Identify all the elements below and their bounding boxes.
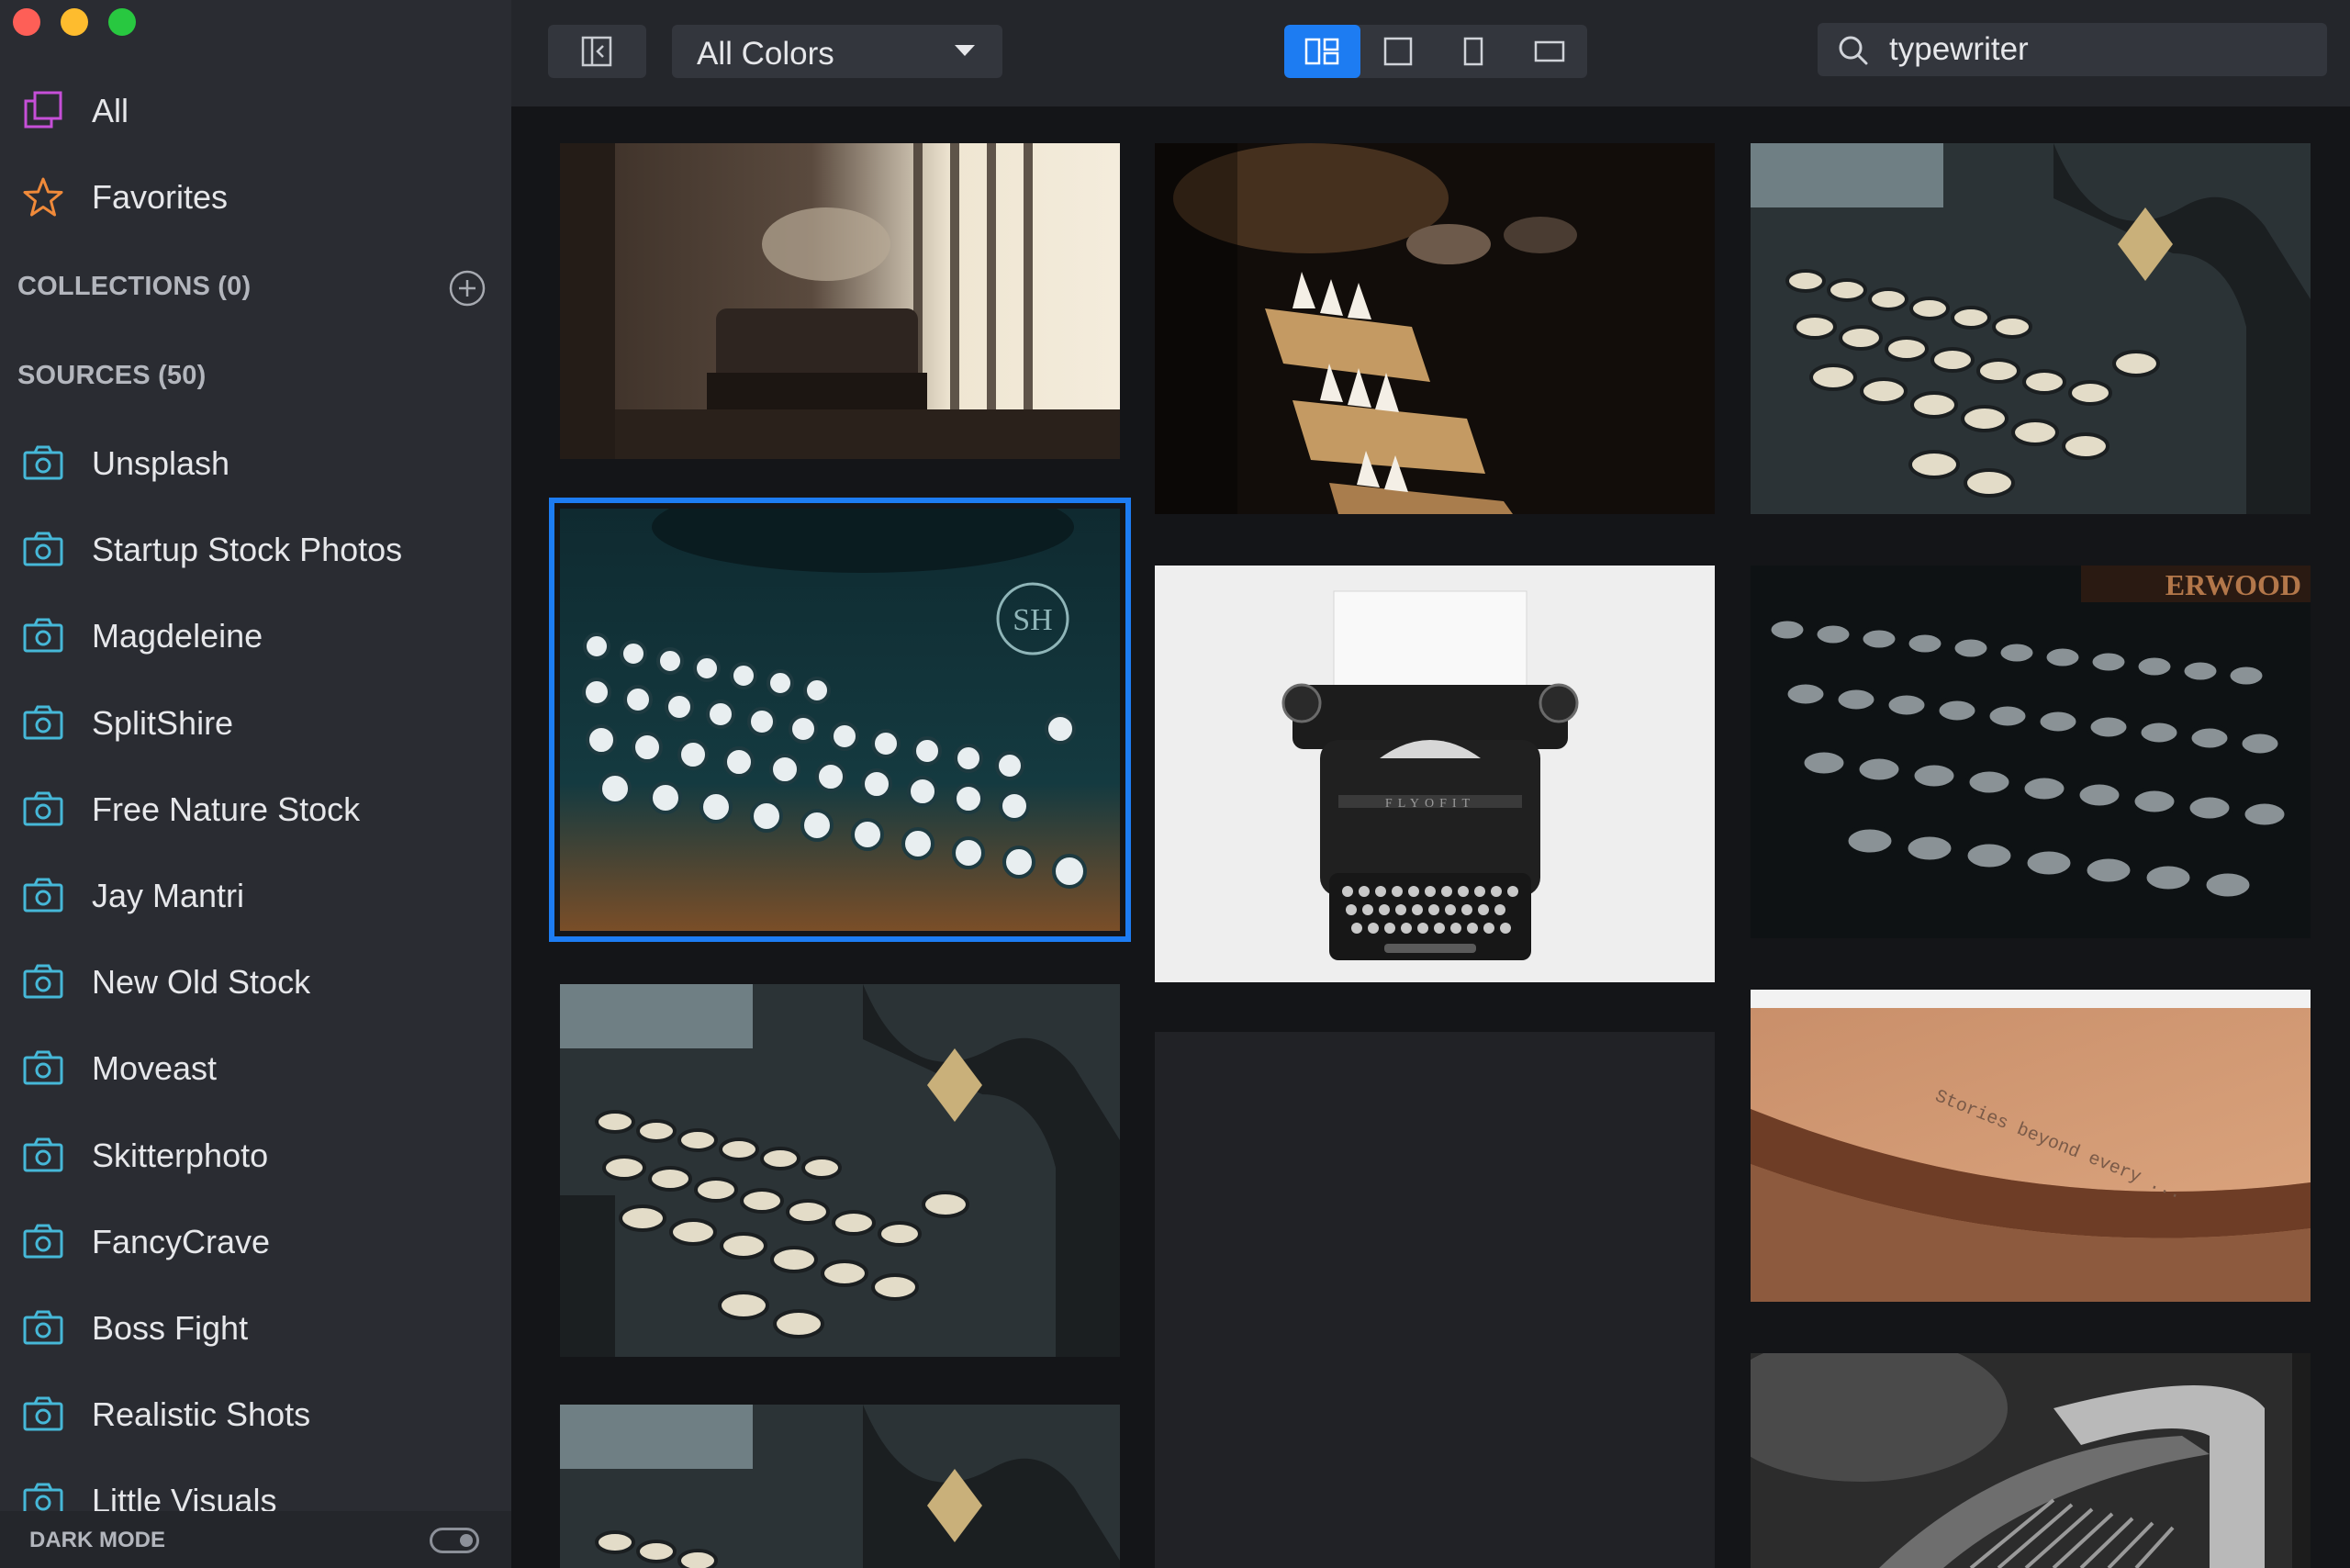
photo-typewriter-monochrome — [1751, 1353, 2311, 1568]
photo-typebars — [1155, 143, 1715, 514]
photo-tile[interactable] — [560, 984, 1120, 1357]
camera-icon — [23, 618, 63, 653]
search-icon — [1839, 36, 1868, 65]
photo-typed-paper: Stories beyond every ... — [1751, 990, 2311, 1302]
camera-icon — [23, 1050, 63, 1085]
close-window-button[interactable] — [13, 8, 40, 36]
sidebar-item-source[interactable]: Unsplash — [0, 431, 511, 496]
camera-icon — [23, 705, 63, 740]
photo-tile[interactable]: ERWOOD — [1751, 566, 2311, 938]
svg-text:SH: SH — [1013, 603, 1052, 637]
svg-text:ERWOOD: ERWOOD — [2165, 568, 2301, 601]
window-controls — [13, 8, 136, 36]
camera-icon — [23, 964, 63, 999]
sidebar-item-label: Magdeleine — [92, 617, 263, 655]
landscape-view-icon — [1534, 40, 1564, 62]
photo-tile[interactable] — [560, 1405, 1120, 1568]
camera-icon — [23, 1224, 63, 1259]
photo-tile[interactable]: FLYOFIT — [1155, 566, 1715, 982]
view-square-button[interactable] — [1360, 25, 1437, 78]
sidebar-item-label: Unsplash — [92, 444, 230, 482]
photo-underwood-keys: ERWOOD — [1751, 566, 2311, 938]
sources-header: SOURCES (50) — [17, 361, 207, 390]
svg-text:FLYOFIT: FLYOFIT — [1385, 797, 1475, 811]
view-grid-button[interactable] — [1284, 25, 1360, 78]
photo-typewriter-window — [560, 143, 1120, 459]
sidebar-item-source[interactable]: Skitterphoto — [0, 1124, 511, 1188]
sidebar-item-favorites[interactable]: Favorites — [0, 165, 511, 230]
photo-vintage-typewriter — [1751, 143, 2311, 514]
photo-grid: SH FLYOFIT ERWOOD Stories beyond every .… — [511, 106, 2350, 1568]
sidebar-item-source[interactable]: Boss Fight — [0, 1296, 511, 1361]
sidebar-item-label: Boss Fight — [92, 1309, 249, 1347]
toolbar: All Colors — [511, 0, 2350, 106]
portrait-view-icon — [1464, 37, 1483, 66]
sidebar-item-source[interactable]: Startup Stock Photos — [0, 518, 511, 582]
toggle-sidebar-button[interactable] — [548, 25, 646, 78]
add-collection-icon[interactable] — [448, 269, 487, 308]
photo-tile[interactable] — [1751, 143, 2311, 514]
photo-vintage-typewriter — [560, 984, 1120, 1357]
sidebar-item-label: All — [92, 92, 129, 129]
camera-icon — [23, 532, 63, 566]
toggle-knob — [460, 1534, 473, 1547]
sidebar-item-source[interactable]: Jay Mantri — [0, 864, 511, 928]
camera-icon — [23, 1310, 63, 1345]
sidebar-item-source[interactable]: Free Nature Stock — [0, 778, 511, 842]
color-filter-value: All Colors — [697, 36, 834, 72]
sidebar-item-label: Skitterphoto — [92, 1136, 269, 1174]
square-view-icon — [1383, 37, 1412, 66]
sidebar-item-source[interactable]: Moveast — [0, 1036, 511, 1101]
collections-header: COLLECTIONS (0) — [17, 272, 252, 301]
photo-tile[interactable] — [1155, 143, 1715, 514]
sidebar: All Favorites COLLECTIONS (0) SOURCES (5… — [0, 0, 511, 1568]
grid-view-icon — [1305, 38, 1339, 65]
photo-tile[interactable] — [560, 143, 1120, 459]
camera-icon — [23, 878, 63, 913]
view-portrait-button[interactable] — [1436, 25, 1512, 78]
photo-typewriter-top: FLYOFIT — [1155, 566, 1715, 982]
sidebar-collapse-icon — [581, 36, 612, 67]
color-filter-dropdown[interactable]: All Colors — [672, 25, 1002, 78]
camera-icon — [23, 791, 63, 826]
sidebar-item-all[interactable]: All — [0, 79, 511, 143]
sidebar-item-label: Free Nature Stock — [92, 790, 361, 828]
photo-tile-selected[interactable]: SH — [549, 498, 1131, 942]
sidebar-item-label: Jay Mantri — [92, 877, 245, 914]
minimize-window-button[interactable] — [61, 8, 88, 36]
star-icon — [23, 177, 63, 217]
photo-typewriter-keyboard: SH — [560, 509, 1120, 931]
photo-tile[interactable] — [1751, 1353, 2311, 1568]
sidebar-item-source[interactable]: Realistic Shots — [0, 1383, 511, 1447]
camera-icon — [23, 1137, 63, 1172]
photo-vintage-typewriter — [560, 1405, 1120, 1568]
view-landscape-button[interactable] — [1512, 25, 1588, 78]
sidebar-item-source[interactable]: Magdeleine — [0, 604, 511, 668]
sidebar-item-source[interactable]: New Old Stock — [0, 950, 511, 1014]
stack-icon — [24, 91, 62, 129]
sidebar-item-label: Favorites — [92, 178, 229, 216]
photo-tile[interactable]: Stories beyond every ... — [1751, 990, 2311, 1302]
sidebar-item-source[interactable]: SplitShire — [0, 691, 511, 756]
dark-mode-label: DARK MODE — [29, 1528, 165, 1552]
sidebar-item-label: Moveast — [92, 1049, 218, 1088]
dark-mode-toggle[interactable] — [430, 1528, 479, 1553]
sidebar-item-label: FancyCrave — [92, 1222, 271, 1260]
chevron-down-icon — [955, 45, 975, 56]
sidebar-item-label: SplitShire — [92, 703, 234, 742]
sidebar-item-label: Startup Stock Photos — [92, 531, 403, 569]
sidebar-item-source[interactable]: FancyCrave — [0, 1210, 511, 1274]
photo-tile-loading[interactable] — [1155, 1032, 1715, 1568]
view-mode-group — [1284, 25, 1587, 78]
search-box — [1818, 23, 2327, 76]
camera-icon — [23, 1396, 63, 1431]
zoom-window-button[interactable] — [108, 8, 136, 36]
sidebar-footer: DARK MODE — [0, 1511, 511, 1568]
camera-icon — [23, 445, 63, 480]
sidebar-item-label: Realistic Shots — [92, 1395, 311, 1434]
search-input[interactable] — [1889, 30, 2311, 69]
sidebar-item-label: New Old Stock — [92, 963, 311, 1002]
